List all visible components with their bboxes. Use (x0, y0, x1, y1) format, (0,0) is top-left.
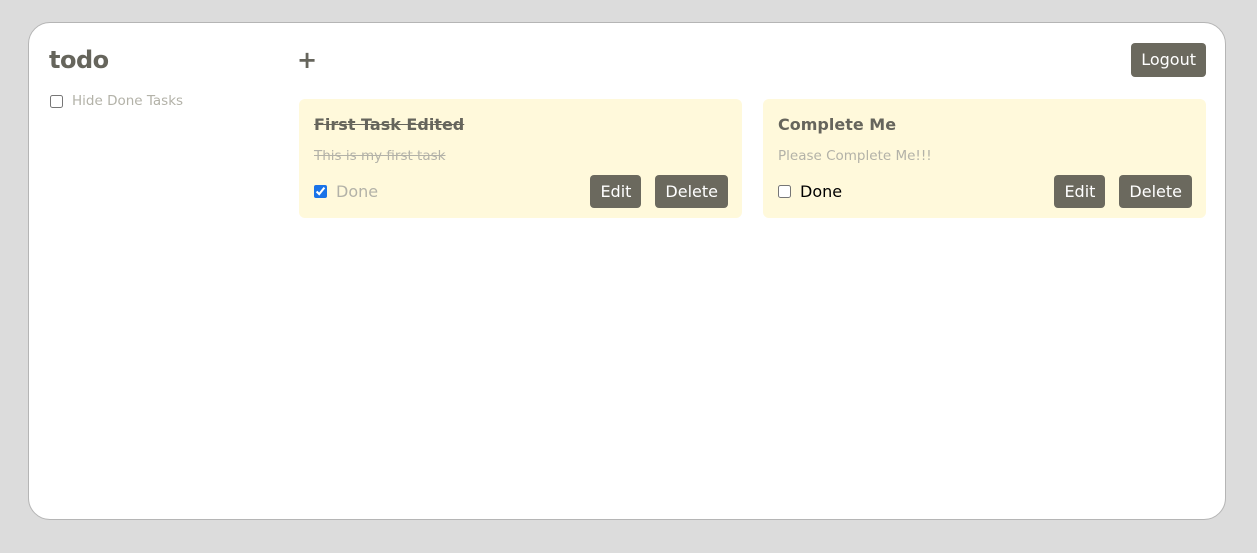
task-title: First Task Edited (314, 115, 465, 134)
add-task-button[interactable]: + (296, 45, 318, 75)
sidebar: todo Hide Done Tasks (49, 45, 289, 111)
task-done-label: Done (336, 182, 379, 201)
task-title: Complete Me (778, 115, 897, 134)
app-container: todo Hide Done Tasks + Logout First Task… (28, 22, 1226, 520)
app-title: todo (49, 46, 109, 74)
task-footer: Done Edit Delete (778, 175, 1192, 208)
task-card: First Task Edited This is my first task … (299, 99, 742, 218)
edit-task-button[interactable]: Edit (1054, 175, 1106, 208)
task-list: First Task Edited This is my first task … (299, 99, 1206, 218)
delete-task-button[interactable]: Delete (1119, 175, 1192, 208)
hide-done-checkbox[interactable] (50, 94, 63, 108)
task-description: This is my first task (314, 148, 446, 164)
logout-button[interactable]: Logout (1131, 43, 1206, 77)
task-done-checkbox[interactable] (314, 185, 327, 198)
task-done-label: Done (800, 182, 843, 201)
delete-task-button[interactable]: Delete (655, 175, 728, 208)
hide-done-toggle[interactable]: Hide Done Tasks (49, 91, 289, 111)
task-footer: Done Edit Delete (314, 175, 728, 208)
edit-task-button[interactable]: Edit (590, 175, 642, 208)
hide-done-label: Hide Done Tasks (72, 93, 184, 109)
task-done-checkbox[interactable] (778, 185, 791, 198)
task-card: Complete Me Please Complete Me!!! Done E… (763, 99, 1206, 218)
task-description: Please Complete Me!!! (778, 148, 932, 164)
